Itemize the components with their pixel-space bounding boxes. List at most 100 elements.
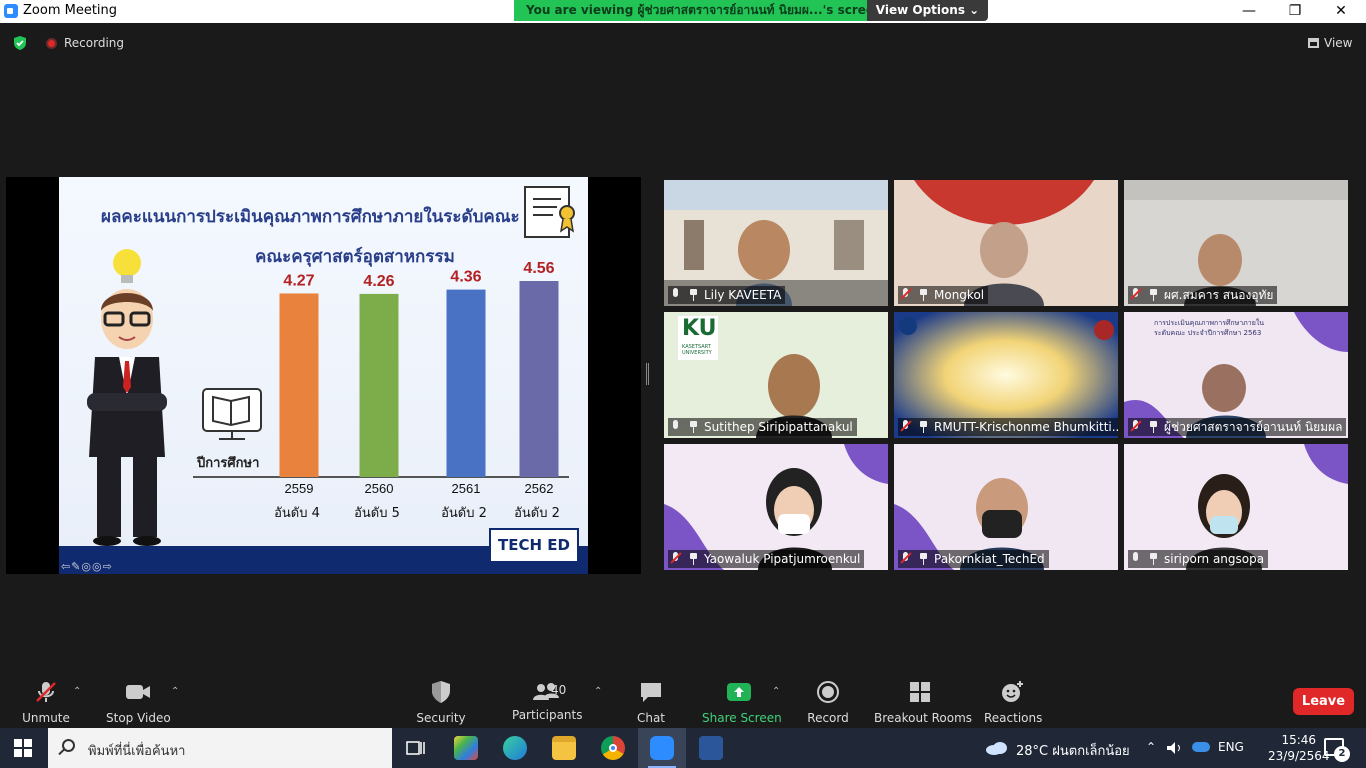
participant-tile[interactable]: RMUTT-Krischonme Bhumkitti... [894,312,1118,438]
taskbar-clock[interactable]: 15:46 23/9/2564 [1268,732,1330,764]
clock-date: 23/9/2564 [1268,749,1330,763]
taskbar-app-zoom[interactable] [638,728,686,768]
windows-start-icon[interactable] [14,739,32,757]
taskbar-search-box[interactable]: พิมพ์ที่นี่เพื่อค้นหา [48,728,392,768]
zoom-app-icon [650,736,674,760]
view-options-button[interactable]: View Options ⌄ [867,0,988,21]
view-button[interactable]: View [1308,36,1352,50]
chart-bar-2562 [519,281,559,477]
participant-tile[interactable]: Pakornkiat_TechEd [894,444,1118,570]
taskbar-app-file-explorer[interactable] [540,728,588,768]
participant-name-bar: ผู้ช่วยศาสตราจารย์อานนท์ นิยมผล [1128,418,1347,436]
participants-button[interactable]: 40 Participants [512,680,583,722]
share-screen-button[interactable]: Share Screen [702,680,782,725]
pin-icon [918,421,928,433]
participant-name-bar: RMUTT-Krischonme Bhumkitti... [898,418,1118,436]
share-screen-label: Share Screen [702,711,782,725]
restore-button[interactable]: ❐ [1272,0,1318,23]
participant-tile[interactable]: Yaowaluk Pipatjumroenkul [664,444,888,570]
participant-tile[interactable]: siriporn angsopa [1124,444,1348,570]
taskbar-app-edge[interactable] [491,728,539,768]
word-app-icon [699,736,723,760]
stop-video-button[interactable]: Stop Video [106,680,171,725]
leave-button[interactable]: Leave [1293,688,1354,715]
participant-tile[interactable]: Lily KAVEETA [664,180,888,306]
muted-microphone-icon [900,288,912,301]
participant-name-bar: Mongkol [898,286,989,304]
chat-label: Chat [636,711,666,725]
breakout-rooms-icon [910,682,930,702]
participant-count: 40 [551,683,567,697]
reactions-label: Reactions [984,711,1043,725]
recording-icon [46,38,57,49]
chart-rank-label: อันดับ 2 [441,506,487,521]
chart-category-label: 2559 [285,481,314,496]
chat-bubble-icon [641,683,661,702]
security-shield-icon[interactable] [12,35,28,51]
muted-microphone-icon [900,420,912,433]
video-options-caret[interactable]: ⌃ [171,686,179,697]
participant-tile[interactable]: Mongkol [894,180,1118,306]
presentation-slide: ผลคะแนนการประเมินคุณภาพการศึกษาภายในระดั… [59,177,588,574]
participant-name: Sutithep Siripipattanakul [704,420,853,434]
windows-taskbar: พิมพ์ที่นี่เพื่อค้นหา 28°C ฝนตกเล็กน้อย … [0,728,1366,768]
microphone-icon [1130,552,1142,565]
audio-options-caret[interactable]: ⌃ [73,686,81,697]
participant-name: Yaowaluk Pipatjumroenkul [704,552,861,566]
clock-time: 15:46 [1281,733,1317,747]
onedrive-cloud-icon[interactable] [1192,742,1210,752]
recording-label[interactable]: Recording [64,36,124,50]
pin-icon [688,421,698,433]
pin-icon [688,289,698,301]
taskbar-app-bluestacks[interactable] [442,728,490,768]
panel-splitter[interactable] [646,363,649,385]
record-button[interactable]: Record [806,680,850,725]
participants-label: Participants [512,708,583,722]
security-label: Security [416,711,466,725]
pin-icon [1148,421,1158,433]
breakout-rooms-button[interactable]: Breakout Rooms [874,680,972,725]
input-language-indicator[interactable]: ENG [1218,740,1244,754]
security-button[interactable]: Security [415,680,467,725]
participant-name: Mongkol [934,288,985,302]
search-icon [62,739,75,752]
backdrop-text: ระดับคณะ ประจำปีการศึกษา 2563 [1154,329,1262,337]
chat-button[interactable]: Chat [630,680,672,725]
weather-cloud-icon [986,742,1007,755]
participant-tile[interactable]: ผศ.สมคาร สนองอุทัย [1124,180,1348,306]
muted-microphone-icon [670,552,682,565]
minimize-button[interactable]: — [1226,0,1272,23]
participant-name-bar: Pakornkiat_TechEd [898,550,1049,568]
unmute-button[interactable]: Unmute [20,680,72,725]
shared-screen: ผลคะแนนการประเมินคุณภาพการศึกษาภายในระดั… [6,177,641,574]
muted-microphone-icon [36,682,56,702]
muted-microphone-icon [900,552,912,565]
chart-bar-2561 [446,289,486,477]
window-title: Zoom Meeting [23,3,118,18]
participant-name: RMUTT-Krischonme Bhumkitti... [934,420,1118,434]
speaker-volume-icon[interactable] [1166,741,1184,755]
view-label: View [1324,36,1353,50]
taskbar-app-word[interactable] [687,728,735,768]
share-options-caret[interactable]: ⌃ [772,686,780,697]
microphone-icon [670,288,682,301]
participant-tile[interactable]: KU KASETSART UNIVERSITY Sutithep Siripip… [664,312,888,438]
microphone-icon [670,420,682,433]
slide-nav-icons[interactable]: ⇦✎◎◎⇨ [61,560,113,573]
bluestacks-icon [454,736,478,760]
reactions-button[interactable]: Reactions [984,680,1043,725]
viewing-banner: You are viewing ผู้ช่วยศาสตราจารย์อานนท์… [514,0,988,21]
tech-ed-logo: TECH ED [489,528,579,563]
participants-options-caret[interactable]: ⌃ [594,686,602,697]
chart-rank-label: อันดับ 2 [514,506,560,521]
weather-widget[interactable]: 28°C ฝนตกเล็กน้อย [1016,740,1130,761]
share-screen-icon [727,683,751,701]
task-view-button[interactable] [392,728,440,768]
tray-chevron-icon[interactable]: ⌃ [1146,740,1156,754]
notification-center-icon[interactable]: 2 [1324,738,1350,762]
taskbar-app-chrome[interactable] [589,728,637,768]
chart-bar-2559 [279,293,319,477]
participant-tile[interactable]: การประเมินคุณภาพการศึกษาภายใน ระดับคณะ ป… [1124,312,1348,438]
close-button[interactable]: ✕ [1318,0,1364,23]
security-shield-icon [432,681,450,703]
